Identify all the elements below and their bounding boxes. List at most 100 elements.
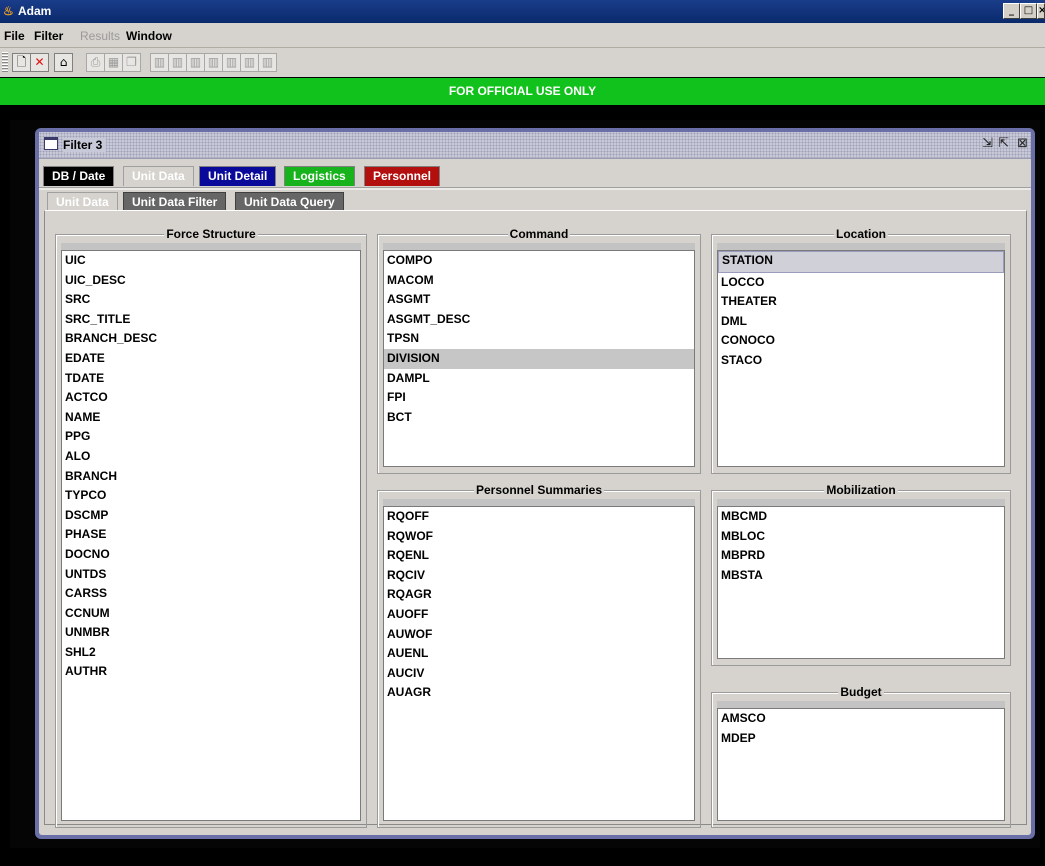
list-item[interactable]: EDATE: [62, 349, 360, 369]
column-icon-2[interactable]: ▥: [168, 53, 187, 72]
list-item[interactable]: RQWOF: [384, 527, 694, 547]
personnel-summaries-group: Personnel Summaries RQOFF RQWOF RQENL RQCIV…: [377, 483, 701, 828]
list-item[interactable]: AUWOF: [384, 625, 694, 645]
menu-file[interactable]: File: [4, 29, 25, 43]
list-item[interactable]: BRANCH_DESC: [62, 329, 360, 349]
column-icon-3[interactable]: ▥: [186, 53, 205, 72]
copy-icon[interactable]: ❐: [122, 53, 141, 72]
list-item[interactable]: DOCNO: [62, 545, 360, 565]
list-item[interactable]: AMSCO: [718, 709, 1004, 729]
list-item[interactable]: AUENL: [384, 644, 694, 664]
force-structure-list[interactable]: UIC UIC_DESC SRC SRC_TITLE BRANCH_DESC EDATE T…: [61, 250, 361, 821]
list-item[interactable]: DSCMP: [62, 506, 360, 526]
maximize-frame-icon[interactable]: ⇱: [998, 137, 1009, 151]
list-item[interactable]: RQAGR: [384, 585, 694, 605]
maximize-icon[interactable]: □: [1020, 3, 1037, 19]
iconify-icon[interactable]: ⇲: [982, 137, 993, 151]
list-item[interactable]: FPI: [384, 388, 694, 408]
list-item[interactable]: BCT: [384, 408, 694, 428]
list-item[interactable]: NAME: [62, 408, 360, 428]
list-item[interactable]: TYPCO: [62, 486, 360, 506]
window-controls: _ □ ×: [1003, 3, 1045, 19]
list-item[interactable]: ASGMT: [384, 290, 694, 310]
list-item[interactable]: AUCIV: [384, 664, 694, 684]
tab-personnel[interactable]: Personnel: [364, 166, 441, 186]
list-item[interactable]: AUOFF: [384, 605, 694, 625]
list-item[interactable]: RQENL: [384, 546, 694, 566]
list-item[interactable]: SRC: [62, 290, 360, 310]
print-icon[interactable]: ⎙: [86, 53, 105, 72]
tab-unit-detail[interactable]: Unit Detail: [199, 166, 277, 186]
close-frame-icon[interactable]: ⊠: [1017, 137, 1028, 151]
subtab-unit-data-filter[interactable]: Unit Data Filter: [123, 192, 227, 211]
menu-filter[interactable]: Filter: [34, 29, 63, 43]
list-item[interactable]: STATION: [718, 251, 1004, 273]
list-item[interactable]: MBCMD: [718, 507, 1004, 527]
list-item[interactable]: AUTHR: [62, 662, 360, 682]
location-list[interactable]: STATION LOCCO THEATER DML CONOCO STACO: [717, 250, 1005, 467]
list-item[interactable]: UNTDS: [62, 565, 360, 585]
grid-icon[interactable]: ▦: [104, 53, 123, 72]
list-item[interactable]: DAMPL: [384, 369, 694, 389]
column-icon-1[interactable]: ▥: [150, 53, 169, 72]
window-title: Adam: [18, 4, 52, 18]
sweep-icon[interactable]: ⌂: [54, 53, 73, 72]
list-item[interactable]: CONOCO: [718, 331, 1004, 351]
toolbar-grip-icon[interactable]: [2, 52, 8, 72]
list-item[interactable]: LOCCO: [718, 273, 1004, 293]
column-icon-4[interactable]: ▥: [204, 53, 223, 72]
new-icon[interactable]: 🗋: [12, 53, 31, 72]
list-item[interactable]: PPG: [62, 427, 360, 447]
list-item[interactable]: UIC_DESC: [62, 271, 360, 291]
subtab-unit-data[interactable]: Unit Data: [47, 192, 118, 211]
column-icon-6[interactable]: ▥: [240, 53, 259, 72]
list-item[interactable]: MBSTA: [718, 566, 1004, 586]
column-icon-7[interactable]: ▥: [258, 53, 277, 72]
close-icon[interactable]: ×: [1037, 3, 1045, 19]
mobilization-list[interactable]: MBCMD MBLOC MBPRD MBSTA: [717, 506, 1005, 659]
filter-frame: Filter 3 ⇲ ⇱ ⊠ DB / Date Unit Data Unit …: [35, 128, 1035, 839]
list-item[interactable]: MBLOC: [718, 527, 1004, 547]
list-item[interactable]: ACTCO: [62, 388, 360, 408]
list-item[interactable]: SRC_TITLE: [62, 310, 360, 330]
column-icon-5[interactable]: ▥: [222, 53, 241, 72]
list-item[interactable]: STACO: [718, 351, 1004, 371]
tab-db-date[interactable]: DB / Date: [43, 166, 115, 186]
list-item[interactable]: CCNUM: [62, 604, 360, 624]
list-item[interactable]: DML: [718, 312, 1004, 332]
list-item[interactable]: THEATER: [718, 292, 1004, 312]
tab-divider: [39, 187, 1031, 190]
list-item[interactable]: MBPRD: [718, 546, 1004, 566]
list-item[interactable]: UNMBR: [62, 623, 360, 643]
command-list[interactable]: COMPO MACOM ASGMT ASGMT_DESC TPSN DIVISION DAM…: [383, 250, 695, 467]
list-item[interactable]: UIC: [62, 251, 360, 271]
force-structure-group: Force Structure UIC UIC_DESC SRC SRC_TITLE B…: [55, 227, 367, 828]
force-structure-title: Force Structure: [164, 227, 258, 241]
list-item[interactable]: SHL2: [62, 643, 360, 663]
list-item[interactable]: MDEP: [718, 729, 1004, 749]
tab-logistics[interactable]: Logistics: [284, 166, 355, 186]
menu-window[interactable]: Window: [126, 29, 172, 43]
list-item[interactable]: PHASE: [62, 525, 360, 545]
delete-icon[interactable]: ✕: [30, 53, 49, 72]
personnel-summaries-list[interactable]: RQOFF RQWOF RQENL RQCIV RQAGR AUOFF AUWOF AUENL…: [383, 506, 695, 821]
list-item[interactable]: ASGMT_DESC: [384, 310, 694, 330]
list-item[interactable]: DIVISION: [384, 348, 694, 369]
list-item[interactable]: MACOM: [384, 271, 694, 291]
list-item[interactable]: RQCIV: [384, 566, 694, 586]
list-item[interactable]: TDATE: [62, 369, 360, 389]
list-item[interactable]: RQOFF: [384, 507, 694, 527]
list-item[interactable]: AUAGR: [384, 683, 694, 703]
menu-results[interactable]: Results: [80, 29, 120, 43]
budget-list[interactable]: AMSCO MDEP: [717, 708, 1005, 821]
frame-titlebar[interactable]: Filter 3 ⇲ ⇱ ⊠: [39, 132, 1031, 159]
tab-unit-data[interactable]: Unit Data: [123, 166, 194, 186]
list-item[interactable]: ALO: [62, 447, 360, 467]
list-item[interactable]: COMPO: [384, 251, 694, 271]
subtab-unit-data-query[interactable]: Unit Data Query: [235, 192, 344, 211]
list-item[interactable]: CARSS: [62, 584, 360, 604]
minimize-icon[interactable]: _: [1003, 3, 1020, 19]
location-group: Location STATION LOCCO THEATER DML CONOCO STA…: [711, 227, 1011, 474]
list-item[interactable]: TPSN: [384, 329, 694, 349]
list-item[interactable]: BRANCH: [62, 467, 360, 487]
